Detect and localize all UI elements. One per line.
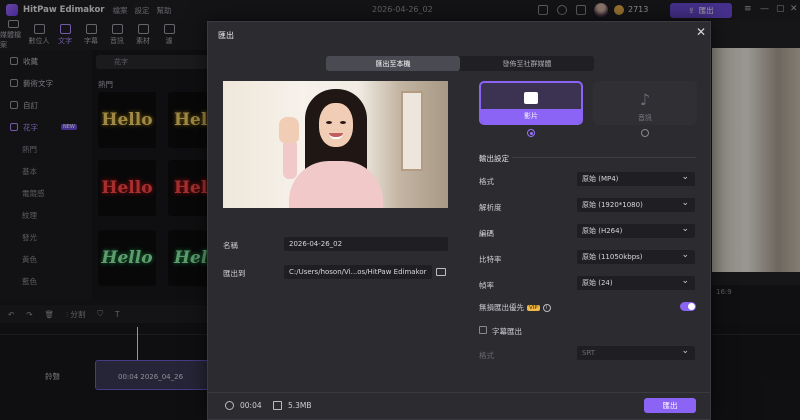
music-note-icon: ♪ [639, 89, 651, 109]
person-arm [283, 139, 297, 179]
folder-icon[interactable] [436, 268, 446, 276]
person-eye [340, 121, 346, 124]
type-video-label: 影片 [481, 109, 581, 123]
subtitle-export-checkbox[interactable] [479, 326, 487, 334]
bitrate-label: 比特率 [479, 255, 502, 264]
clock-icon [225, 401, 234, 410]
section-divider [512, 157, 696, 158]
lossless-row: 無損匯出優先 VIP i [479, 302, 551, 313]
export-tabs: 匯出至本機 發佈至社群媒體 [326, 56, 594, 71]
format-select[interactable]: 原始 (MP4) [577, 170, 695, 186]
tab-export-local[interactable]: 匯出至本機 [326, 56, 460, 71]
lossless-toggle[interactable] [680, 302, 696, 311]
waving-hand [279, 117, 299, 143]
radio-audio[interactable] [641, 129, 649, 137]
person-eye [326, 121, 332, 124]
video-icon [524, 92, 538, 104]
file-size-text: 5.3MB [288, 401, 312, 410]
video-thumbnail [223, 81, 448, 208]
framerate-label: 幀率 [479, 281, 494, 290]
path-label: 匯出到 [223, 269, 246, 278]
export-button[interactable]: 匯出 [644, 398, 696, 413]
subtitle-export-label: 字幕匯出 [492, 327, 522, 336]
file-size-icon [273, 401, 282, 410]
lossless-label: 無損匯出優先 [479, 303, 524, 312]
resolution-label: 解析度 [479, 203, 502, 212]
export-dialog: 匯出 ✕ 匯出至本機 發佈至社群媒體 名稱 2026-04-26_02 匯出到 … [207, 21, 711, 420]
tab-publish-social[interactable]: 發佈至社群媒體 [460, 56, 594, 71]
window-frame [401, 91, 423, 171]
name-field[interactable]: 2026-04-26_02 [284, 237, 448, 251]
vip-badge: VIP [527, 305, 540, 311]
path-field[interactable]: C:/Users/hoson/Vi...os/HitPaw Edimakor [284, 265, 432, 279]
format-label: 格式 [479, 177, 494, 186]
type-audio-label: 音訊 [638, 114, 652, 122]
duration-text: 00:04 [240, 401, 262, 410]
subtitle-format-label: 格式 [479, 351, 494, 360]
person-body [289, 161, 383, 208]
close-icon[interactable]: ✕ [696, 25, 706, 39]
info-icon[interactable]: i [542, 304, 551, 312]
type-video-card[interactable]: 影片 [479, 81, 583, 125]
dialog-footer: 00:04 5.3MB 匯出 [208, 392, 710, 420]
codec-label: 編碼 [479, 229, 494, 238]
subtitle-format-select[interactable]: SRT [577, 344, 695, 360]
dialog-title: 匯出 [218, 31, 234, 40]
codec-select[interactable]: 原始 (H264) [577, 222, 695, 238]
person-face [319, 103, 353, 147]
output-settings-title: 輸出設定 [479, 154, 509, 163]
name-label: 名稱 [223, 241, 238, 250]
framerate-select[interactable]: 原始 (24) [577, 274, 695, 290]
type-audio-card[interactable]: ♪ 音訊 [593, 81, 697, 125]
radio-video[interactable] [527, 129, 535, 137]
resolution-select[interactable]: 原始 (1920*1080) [577, 196, 695, 212]
bitrate-select[interactable]: 原始 (11050kbps) [577, 248, 695, 264]
